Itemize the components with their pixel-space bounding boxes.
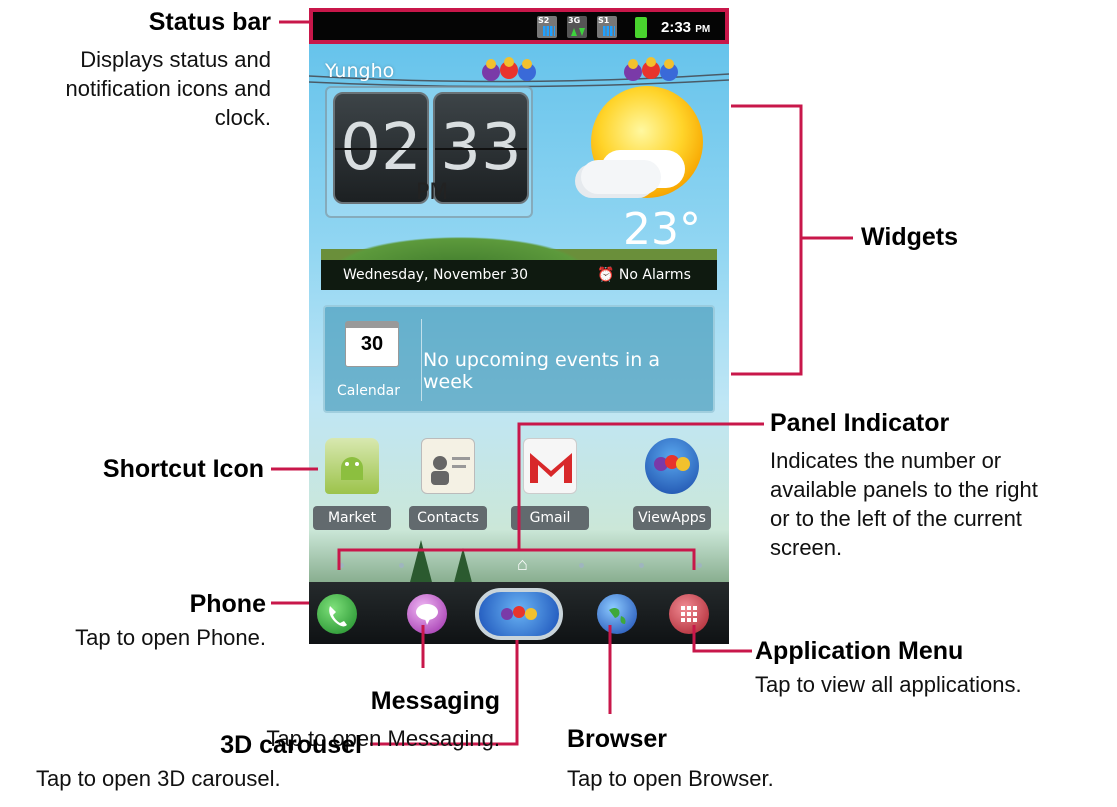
annotation-panel: Panel Indicator Indicates the number or … bbox=[770, 408, 1070, 562]
calendar-icon: 30 bbox=[345, 321, 399, 367]
cloud-weather-icon bbox=[581, 160, 661, 194]
status-time: 2:33 bbox=[661, 19, 692, 36]
signal-s1-label: S1 bbox=[598, 16, 610, 25]
annotation-shortcut: Shortcut Icon bbox=[40, 454, 264, 484]
messaging-icon[interactable] bbox=[407, 594, 447, 634]
widget-city[interactable]: Yungho bbox=[325, 60, 394, 82]
calendar-divider bbox=[421, 319, 422, 401]
alarm-clock-icon: ⏰ bbox=[597, 267, 615, 283]
annotation-title: Application Menu bbox=[755, 637, 964, 665]
annotation-status-bar: Status bar Displays status and notificat… bbox=[0, 7, 271, 132]
shortcut-label: Gmail bbox=[511, 506, 589, 530]
clock-ampm: PM bbox=[416, 180, 449, 205]
signal-s2-label: S2 bbox=[538, 16, 550, 25]
clock-hour: 02 bbox=[333, 92, 429, 204]
status-clock: 2:33 PM bbox=[661, 19, 710, 36]
annotation-desc: Tap to open 3D carousel. bbox=[36, 766, 281, 791]
market-bag-icon bbox=[325, 438, 379, 494]
calendar-widget[interactable]: 30 Calendar No upcoming events in a week bbox=[323, 305, 715, 413]
annotation-carousel: 3D carousel Tap to open 3D carousel. bbox=[0, 730, 362, 793]
phone-screen: S2 3G S1 2:33 PM Yungho 02 33 PM 23° Wed… bbox=[309, 8, 729, 644]
status-bar[interactable]: S2 3G S1 2:33 PM bbox=[309, 8, 729, 44]
contacts-card-icon bbox=[421, 438, 475, 494]
annotation-phone: Phone Tap to open Phone. bbox=[0, 589, 266, 652]
browser-globe-icon[interactable] bbox=[597, 594, 637, 634]
carousel-3d-icon[interactable] bbox=[475, 588, 563, 640]
panel-dot bbox=[339, 563, 344, 568]
annotation-desc: Indicates the number or available panels… bbox=[770, 448, 1038, 560]
battery-icon bbox=[635, 17, 647, 38]
panel-dot bbox=[579, 563, 584, 568]
widget-alarm: ⏰ No Alarms bbox=[597, 267, 691, 283]
shortcut-label: Contacts bbox=[409, 506, 487, 530]
tree-decoration bbox=[409, 540, 433, 586]
calendar-label: Calendar bbox=[337, 383, 400, 399]
annotation-desc: Tap to view all applications. bbox=[755, 672, 1022, 697]
app-menu-grid-icon[interactable] bbox=[669, 594, 709, 634]
widget-date: Wednesday, November 30 bbox=[343, 267, 529, 283]
calendar-message: No upcoming events in a week bbox=[423, 349, 661, 393]
phone-icon[interactable] bbox=[317, 594, 357, 634]
birds-left-icon bbox=[477, 54, 547, 88]
annotation-title: Status bar bbox=[148, 8, 271, 36]
data-3g-icon: 3G bbox=[567, 16, 587, 38]
annotation-browser: Browser Tap to open Browser. bbox=[567, 724, 887, 793]
annotation-title: Messaging bbox=[370, 687, 500, 715]
gmail-envelope-icon bbox=[523, 438, 577, 494]
annotation-app-menu: Application Menu Tap to view all applica… bbox=[755, 636, 1115, 699]
annotation-title: 3D carousel bbox=[220, 731, 362, 759]
status-ampm: PM bbox=[695, 24, 711, 35]
annotation-title: Browser bbox=[567, 725, 668, 753]
annotation-desc: Tap to open Browser. bbox=[567, 766, 774, 791]
panel-dot bbox=[399, 563, 404, 568]
signal-s1-icon: S1 bbox=[597, 16, 617, 38]
annotation-widgets: Widgets bbox=[861, 222, 958, 252]
panel-dot bbox=[697, 563, 702, 568]
panel-dot bbox=[639, 563, 644, 568]
shortcut-label: Market bbox=[313, 506, 391, 530]
annotation-title: Panel Indicator bbox=[770, 409, 950, 437]
viewapps-birds-icon bbox=[645, 438, 699, 494]
shortcut-label: ViewApps bbox=[633, 506, 711, 530]
annotation-title: Shortcut Icon bbox=[102, 455, 264, 483]
panel-indicator[interactable]: ⌂ bbox=[327, 550, 713, 580]
home-panel-icon: ⌂ bbox=[517, 554, 528, 574]
annotation-title: Phone bbox=[189, 590, 266, 618]
annotation-desc: Tap to open Phone. bbox=[75, 625, 266, 650]
annotation-title: Widgets bbox=[861, 223, 958, 251]
annotation-desc: Displays status and notification icons a… bbox=[65, 47, 271, 130]
signal-s2-icon: S2 bbox=[537, 16, 557, 38]
date-bar[interactable]: Wednesday, November 30 ⏰ No Alarms bbox=[321, 260, 717, 290]
alarm-label: No Alarms bbox=[618, 267, 691, 283]
birds-right-icon bbox=[619, 54, 689, 88]
